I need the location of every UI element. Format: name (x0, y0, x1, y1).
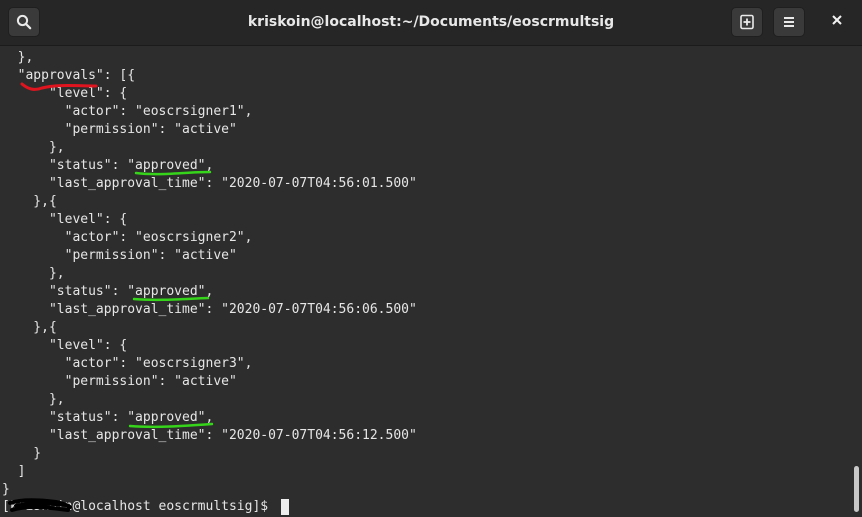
terminal-line: "last_approval_time": "2020-07-07T04:56:… (2, 302, 417, 317)
terminal-line: } (2, 482, 10, 497)
terminal-line: "permission": "active" (2, 374, 237, 389)
terminal-line: },{ (2, 320, 57, 335)
scrollbar-thumb[interactable] (854, 466, 859, 512)
hamburger-menu-icon (781, 14, 797, 30)
terminal-window: kriskoin@localhost:~/Documents/eoscrmult… (0, 0, 862, 517)
terminal-line: "level": { (2, 338, 128, 353)
terminal-line: "level": { (2, 212, 128, 227)
terminal-line: ] (2, 464, 26, 479)
terminal-line: }, (2, 140, 65, 155)
terminal-line: "permission": "active" (2, 122, 237, 137)
terminal-line: "approvals": [{ (2, 68, 136, 83)
terminal-line: } (2, 446, 42, 461)
terminal-line: "actor": "eoscrsigner2", (2, 230, 253, 245)
terminal-line: "status": "approved", (2, 410, 214, 425)
terminal-line: "actor": "eoscrsigner1", (2, 104, 253, 119)
text-cursor (281, 499, 289, 515)
terminal-line: }, (2, 392, 65, 407)
terminal-line: "status": "approved", (2, 158, 214, 173)
terminal-line: "last_approval_time": "2020-07-07T04:56:… (2, 428, 417, 443)
terminal-line: }, (2, 266, 65, 281)
search-icon (16, 14, 32, 30)
close-icon (831, 13, 843, 31)
terminal-line: "actor": "eoscrsigner3", (2, 356, 253, 371)
header-bar: kriskoin@localhost:~/Documents/eoscrmult… (0, 0, 862, 46)
new-tab-button[interactable] (731, 7, 763, 37)
shell-prompt: [kriskoin@localhost eoscrmultsig]$ (2, 499, 276, 514)
new-tab-icon (739, 14, 755, 30)
terminal-line: "last_approval_time": "2020-07-07T04:56:… (2, 176, 417, 191)
search-button[interactable] (8, 7, 40, 37)
terminal-scrollbar[interactable] (851, 46, 862, 517)
menu-button[interactable] (773, 7, 805, 37)
terminal-line: },{ (2, 194, 57, 209)
terminal-line: "level": { (2, 86, 128, 101)
terminal-line: }, (2, 50, 34, 65)
terminal-line: "status": "approved", (2, 284, 214, 299)
terminal-line: "permission": "active" (2, 248, 237, 263)
terminal-output[interactable]: }, "approvals": [{ "level": { "actor": "… (0, 46, 850, 517)
close-button[interactable] (822, 7, 852, 37)
